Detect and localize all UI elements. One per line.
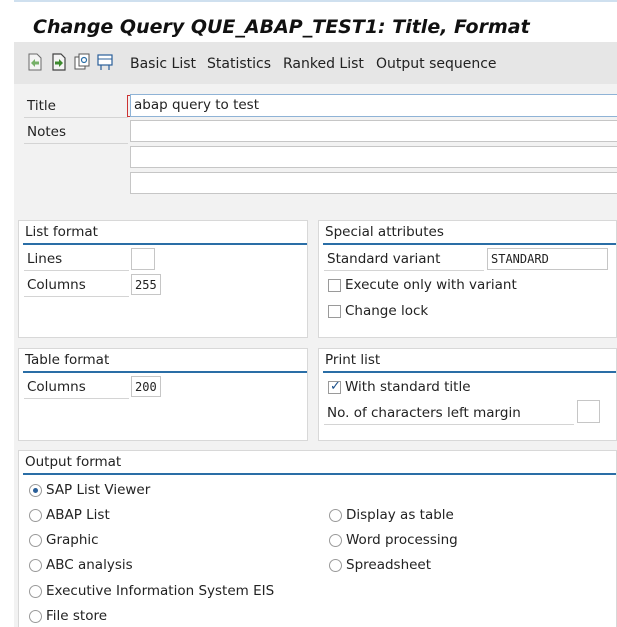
title-input[interactable]: abap query to test xyxy=(130,94,617,117)
standard-variant-input[interactable]: STANDARD xyxy=(487,248,608,270)
divider xyxy=(24,398,129,399)
divider xyxy=(24,270,129,271)
divider xyxy=(24,296,129,297)
abc-analysis-label: ABC analysis xyxy=(46,557,133,573)
left-margin-label: No. of characters left margin xyxy=(327,405,521,421)
eis-label: Executive Information System EIS xyxy=(46,583,275,599)
radio-eis[interactable] xyxy=(29,585,42,598)
group-title: Special attributes xyxy=(325,224,444,240)
list-format-group: List format Lines Columns 255 xyxy=(18,220,308,338)
application-toolbar: Basic List Statistics Ranked List Output… xyxy=(14,42,617,84)
special-attributes-group: Special attributes Standard variant STAN… xyxy=(318,220,617,338)
notes-line-2[interactable] xyxy=(130,146,617,168)
ranked-list-button[interactable]: Ranked List xyxy=(283,56,364,72)
standard-title-checkbox[interactable]: ✓ xyxy=(328,379,341,394)
radio-spreadsheet[interactable] xyxy=(329,559,342,572)
word-processing-label: Word processing xyxy=(346,532,458,548)
checkmark-icon: ✓ xyxy=(330,379,341,394)
table-columns-input[interactable]: 200 xyxy=(131,376,161,397)
group-title: Print list xyxy=(325,352,381,368)
standard-variant-label: Standard variant xyxy=(327,251,441,267)
next-screen-icon[interactable] xyxy=(51,53,67,71)
notes-line-1[interactable] xyxy=(130,120,617,142)
divider xyxy=(24,143,128,144)
notes-label: Notes xyxy=(27,124,66,140)
divider xyxy=(324,270,484,271)
graphic-label: Graphic xyxy=(46,532,99,548)
title-label: Title xyxy=(27,98,56,114)
execute-only-label: Execute only with variant xyxy=(345,277,517,293)
table-format-group: Table format Columns 200 xyxy=(18,348,308,441)
columns-input[interactable]: 255 xyxy=(131,274,161,295)
statistics-button[interactable]: Statistics xyxy=(207,56,271,72)
notes-line-3[interactable] xyxy=(130,172,617,194)
spreadsheet-label: Spreadsheet xyxy=(346,557,432,573)
execute-only-checkbox[interactable] xyxy=(328,279,341,292)
window-title: Change Query QUE_ABAP_TEST1: Title, Form… xyxy=(33,16,530,38)
group-underline xyxy=(23,371,307,373)
group-underline xyxy=(323,243,616,245)
radio-file-store[interactable] xyxy=(29,610,42,623)
basic-list-button[interactable]: Basic List xyxy=(130,56,196,72)
group-title: Output format xyxy=(25,454,122,470)
copy-icon[interactable] xyxy=(74,53,90,71)
output-format-group: Output format SAP List Viewer ABAP List … xyxy=(18,450,617,627)
group-underline xyxy=(23,243,307,245)
standard-title-label: With standard title xyxy=(345,379,471,395)
left-margin-input[interactable] xyxy=(577,400,600,423)
radio-word-processing[interactable] xyxy=(329,534,342,547)
file-store-label: File store xyxy=(46,608,108,624)
sap-list-viewer-label: SAP List Viewer xyxy=(46,482,151,498)
radio-abap-list[interactable] xyxy=(29,509,42,522)
group-underline xyxy=(23,473,616,475)
lines-label: Lines xyxy=(27,251,63,267)
table-columns-label: Columns xyxy=(27,379,86,395)
output-sequence-button[interactable]: Output sequence xyxy=(376,56,497,72)
change-lock-label: Change lock xyxy=(345,303,429,319)
lines-input[interactable] xyxy=(131,248,155,270)
title-bar: Change Query QUE_ABAP_TEST1: Title, Form… xyxy=(14,2,617,42)
group-title: Table format xyxy=(25,352,110,368)
group-title: List format xyxy=(25,224,98,240)
radio-abc-analysis[interactable] xyxy=(29,559,42,572)
change-lock-checkbox[interactable] xyxy=(328,305,341,318)
divider xyxy=(24,117,128,118)
radio-display-as-table[interactable] xyxy=(329,509,342,522)
previous-screen-icon[interactable] xyxy=(27,53,43,71)
group-underline xyxy=(323,371,616,373)
abap-list-label: ABAP List xyxy=(46,507,110,523)
radio-graphic[interactable] xyxy=(29,534,42,547)
layout-icon[interactable] xyxy=(97,53,113,71)
divider xyxy=(324,424,574,425)
columns-label: Columns xyxy=(27,277,86,293)
radio-sap-list-viewer[interactable] xyxy=(29,484,42,497)
display-as-table-label: Display as table xyxy=(346,507,454,523)
print-list-group: Print list ✓ With standard title No. of … xyxy=(318,348,617,441)
